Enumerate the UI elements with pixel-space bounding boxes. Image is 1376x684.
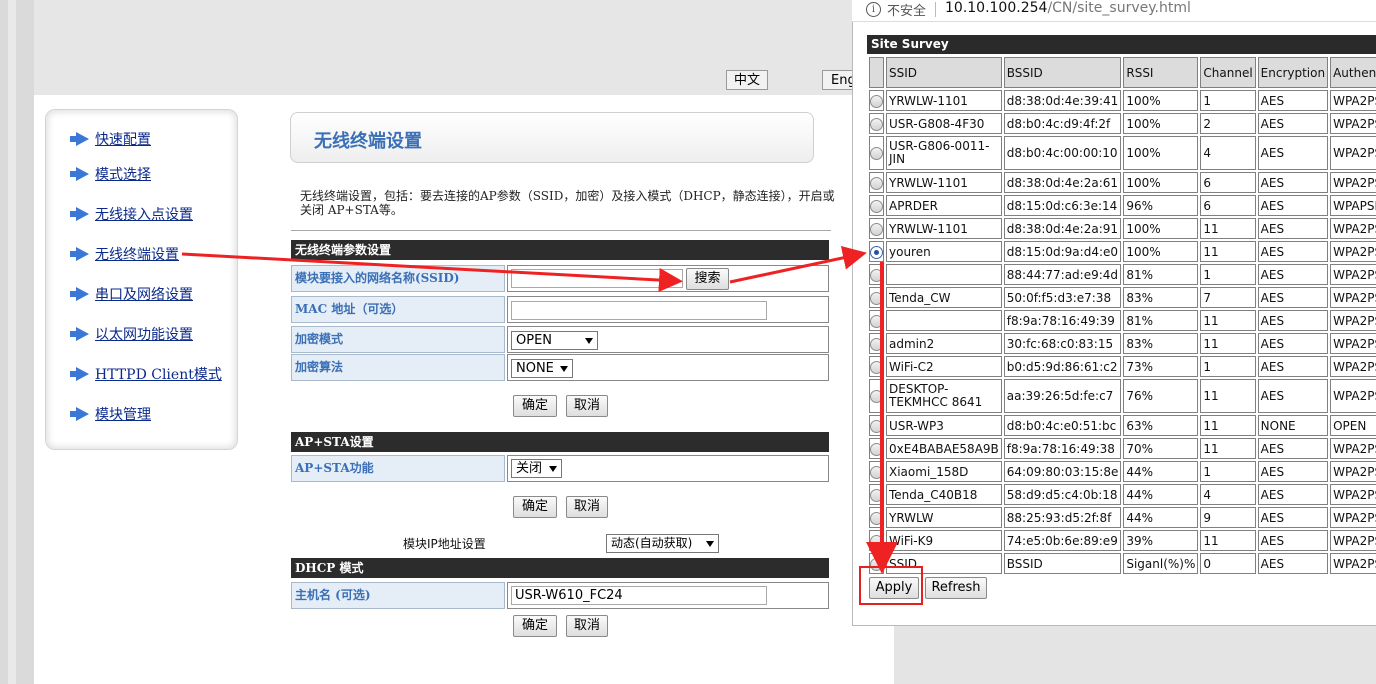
arrow-sidebar-to-search [181,252,683,293]
arrow-search-to-youren [729,246,867,284]
annotation-arrows [181,246,898,574]
